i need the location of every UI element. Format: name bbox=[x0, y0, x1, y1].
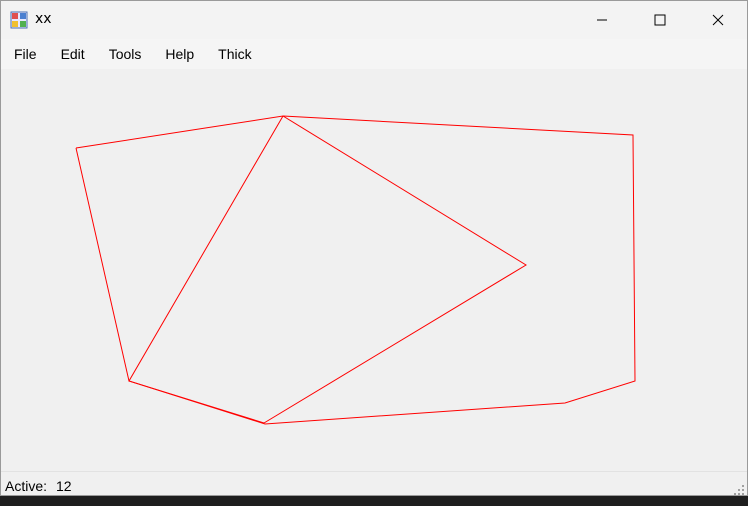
polygon-shape-2[interactable] bbox=[128, 115, 636, 425]
background-editor-strip bbox=[0, 496, 748, 506]
app-icon bbox=[10, 11, 28, 29]
status-value: 12 bbox=[56, 478, 72, 494]
menu-tools[interactable]: Tools bbox=[97, 39, 154, 69]
menu-edit[interactable]: Edit bbox=[49, 39, 97, 69]
close-icon bbox=[712, 14, 724, 26]
window-title: xx bbox=[35, 11, 52, 27]
maximize-icon bbox=[654, 14, 666, 26]
resize-grip-icon[interactable] bbox=[733, 484, 745, 496]
maximize-button[interactable] bbox=[631, 1, 689, 39]
drawing-canvas[interactable] bbox=[1, 69, 747, 469]
app-window: xx File Edit Tools Help Thick Active: 12 bbox=[0, 0, 748, 496]
menu-bar: File Edit Tools Help Thick bbox=[1, 39, 747, 69]
title-bar[interactable]: xx bbox=[1, 1, 747, 39]
polygon-shape-1[interactable] bbox=[75, 115, 527, 424]
menu-help[interactable]: Help bbox=[153, 39, 206, 69]
menu-file[interactable]: File bbox=[1, 39, 49, 69]
status-label: Active: bbox=[5, 478, 48, 494]
close-button[interactable] bbox=[689, 1, 747, 39]
status-bar: Active: 12 bbox=[1, 471, 747, 496]
drawing-surface[interactable] bbox=[1, 69, 747, 469]
minimize-button[interactable] bbox=[573, 1, 631, 39]
minimize-icon bbox=[597, 19, 607, 21]
menu-thick[interactable]: Thick bbox=[206, 39, 263, 69]
